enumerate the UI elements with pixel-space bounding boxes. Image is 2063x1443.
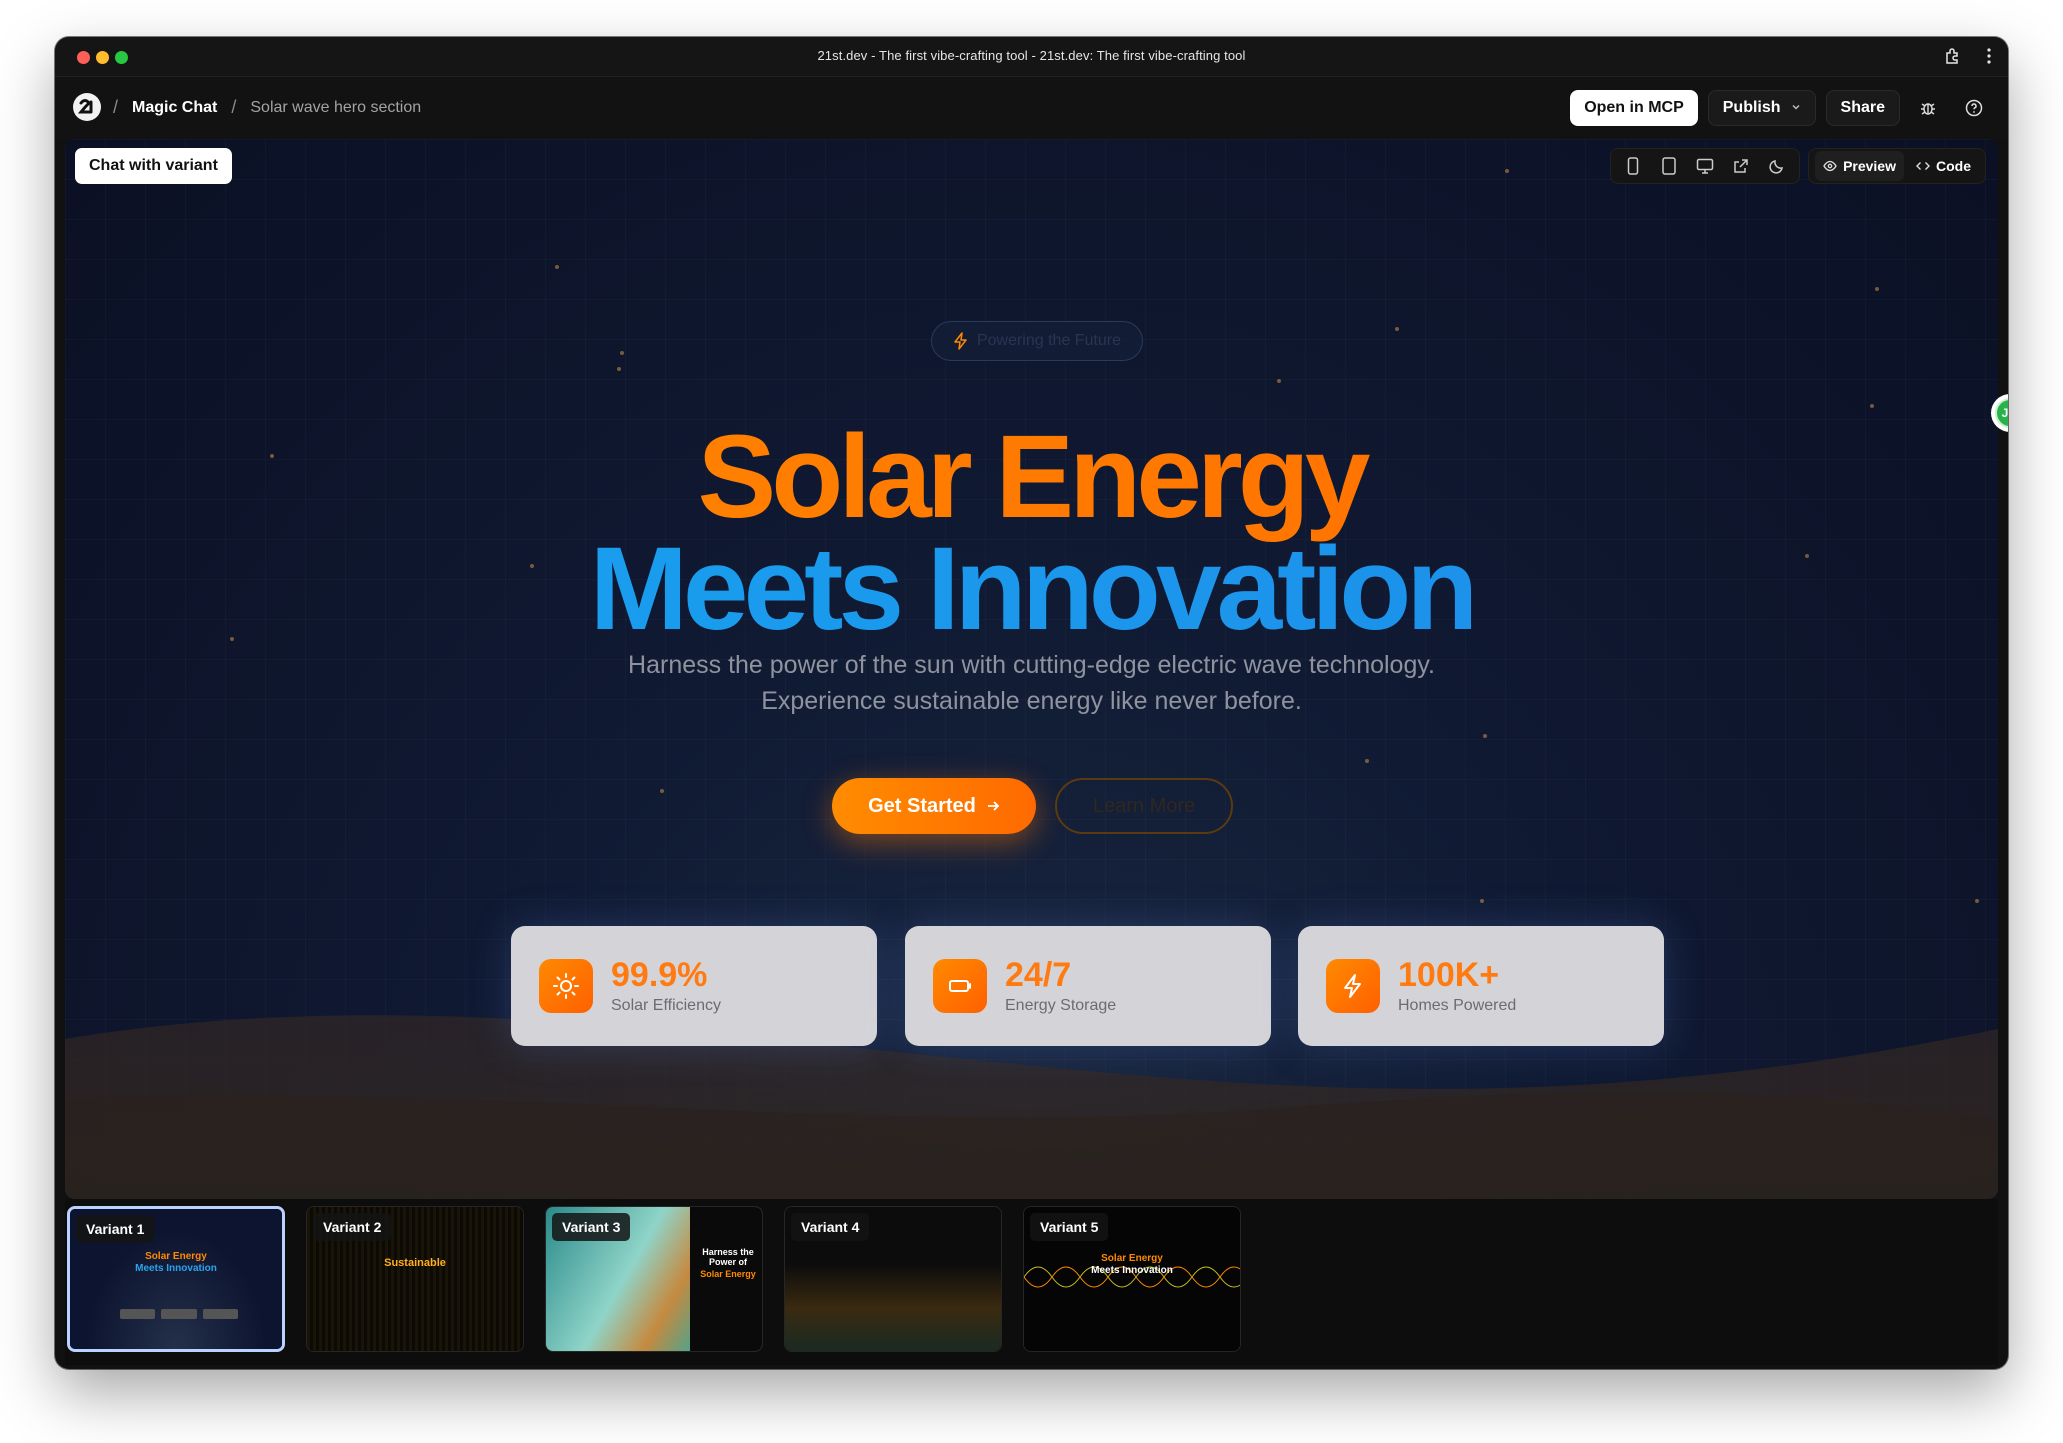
theme-toggle-moon-icon[interactable] <box>1761 151 1793 181</box>
canvas-toolbar: Preview Code <box>1610 148 1986 184</box>
window-title: 21st.dev - The first vibe-crafting tool … <box>817 48 1246 63</box>
stat-card: 24/7 Energy Storage <box>905 926 1271 1046</box>
help-icon[interactable] <box>1956 90 1992 126</box>
hero-title-line-2: Meets Innovation <box>65 521 1998 657</box>
variant-label: Variant 4 <box>791 1213 870 1241</box>
publish-label: Publish <box>1722 99 1781 116</box>
preview-tab[interactable]: Preview <box>1815 151 1904 181</box>
variant-thumbnail-subtitle: Solar Energy <box>700 1269 756 1279</box>
variant-thumbnail-1[interactable]: Solar Energy Meets Innovation Variant 1 <box>67 1206 285 1352</box>
hero-subtitle-line-1: Harness the power of the sun with cuttin… <box>628 651 1435 679</box>
get-started-label: Get Started <box>868 794 976 817</box>
variant-thumbnail-2[interactable]: Sustainable Variant 2 <box>306 1206 524 1352</box>
hero-subtitle-line-2: Experience sustainable energy like never… <box>761 687 1302 715</box>
bolt-icon <box>954 332 967 350</box>
bolt-icon <box>1326 959 1380 1013</box>
open-in-mcp-button[interactable]: Open in MCP <box>1570 90 1698 126</box>
variant-thumbnail-subtitle: Meets Innovation <box>1091 1265 1173 1276</box>
desktop-view-icon[interactable] <box>1689 151 1721 181</box>
stat-label: Energy Storage <box>1005 997 1117 1014</box>
breadcrumb-separator: / <box>113 97 119 117</box>
variant-thumbnail-title: Sustainable <box>384 1257 446 1269</box>
app-header: / Magic Chat / Solar wave hero section O… <box>55 77 2008 139</box>
publish-button[interactable]: Publish <box>1707 90 1816 126</box>
variant-label: Variant 3 <box>552 1213 631 1241</box>
arrow-right-icon <box>987 801 1000 811</box>
get-started-button[interactable]: Get Started <box>832 778 1036 834</box>
variant-strip: Solar Energy Meets Innovation Variant 1 … <box>65 1199 1998 1365</box>
stat-value: 100K+ <box>1398 956 1500 994</box>
variant-label: Variant 2 <box>313 1213 392 1241</box>
eye-icon <box>1823 160 1837 172</box>
share-button[interactable]: Share <box>1825 90 1900 126</box>
variant-thumbnail-subtitle: Meets Innovation <box>135 1263 217 1274</box>
tablet-view-icon[interactable] <box>1653 151 1685 181</box>
browser-window: 21st.dev - The first vibe-crafting tool … <box>55 37 2008 1369</box>
preview-canvas: Chat with variant Preview Code Powering … <box>65 139 1998 1199</box>
sun-icon <box>539 959 593 1013</box>
hero-badge: Powering the Future <box>931 321 1143 361</box>
battery-icon <box>933 959 987 1013</box>
extensions-icon[interactable] <box>1944 47 1962 65</box>
variant-thumbnail-title: Solar Energy <box>145 1251 207 1262</box>
breadcrumb-separator: / <box>231 97 237 117</box>
stat-card: 99.9% Solar Efficiency <box>511 926 877 1046</box>
stat-label: Homes Powered <box>1398 997 1517 1014</box>
code-icon <box>1916 162 1930 170</box>
more-menu-icon[interactable] <box>1986 47 1992 65</box>
title-bar: 21st.dev - The first vibe-crafting tool … <box>55 37 2008 77</box>
variant-thumbnail-title: Harness the Power of <box>702 1247 754 1267</box>
stat-value: 24/7 <box>1005 956 1072 994</box>
variant-label: Variant 5 <box>1030 1213 1109 1241</box>
chat-with-variant-button[interactable]: Chat with variant <box>75 148 232 184</box>
code-label: Code <box>1936 158 1971 174</box>
chevron-down-icon <box>1791 90 1801 126</box>
variant-thumbnail-5[interactable]: Solar Energy Meets Innovation Variant 5 <box>1023 1206 1241 1352</box>
stat-card: 100K+ Homes Powered <box>1298 926 1664 1046</box>
learn-more-button[interactable]: Learn More <box>1055 778 1233 834</box>
bug-report-icon[interactable] <box>1910 90 1946 126</box>
breadcrumb-current-page: Solar wave hero section <box>250 98 422 116</box>
open-external-icon[interactable] <box>1725 151 1757 181</box>
variant-label: Variant 1 <box>76 1215 155 1243</box>
stat-label: Solar Efficiency <box>611 997 721 1014</box>
mobile-view-icon[interactable] <box>1617 151 1649 181</box>
breadcrumb: / Magic Chat / Solar wave hero section <box>113 97 421 118</box>
app-logo-icon[interactable] <box>72 92 102 122</box>
variant-thumbnail-3[interactable]: Harness the Power of Solar Energy Varian… <box>545 1206 763 1352</box>
badge-label: Powering the Future <box>976 332 1122 349</box>
breadcrumb-magic-chat[interactable]: Magic Chat <box>132 99 217 117</box>
variant-thumbnail-title: Solar Energy <box>1101 1253 1163 1264</box>
variant-thumbnail-4[interactable]: Variant 4 <box>784 1206 1002 1352</box>
avatar: JM <box>1995 398 2008 428</box>
stat-value: 99.9% <box>611 956 708 994</box>
preview-label: Preview <box>1843 158 1896 174</box>
code-tab[interactable]: Code <box>1908 151 1979 181</box>
